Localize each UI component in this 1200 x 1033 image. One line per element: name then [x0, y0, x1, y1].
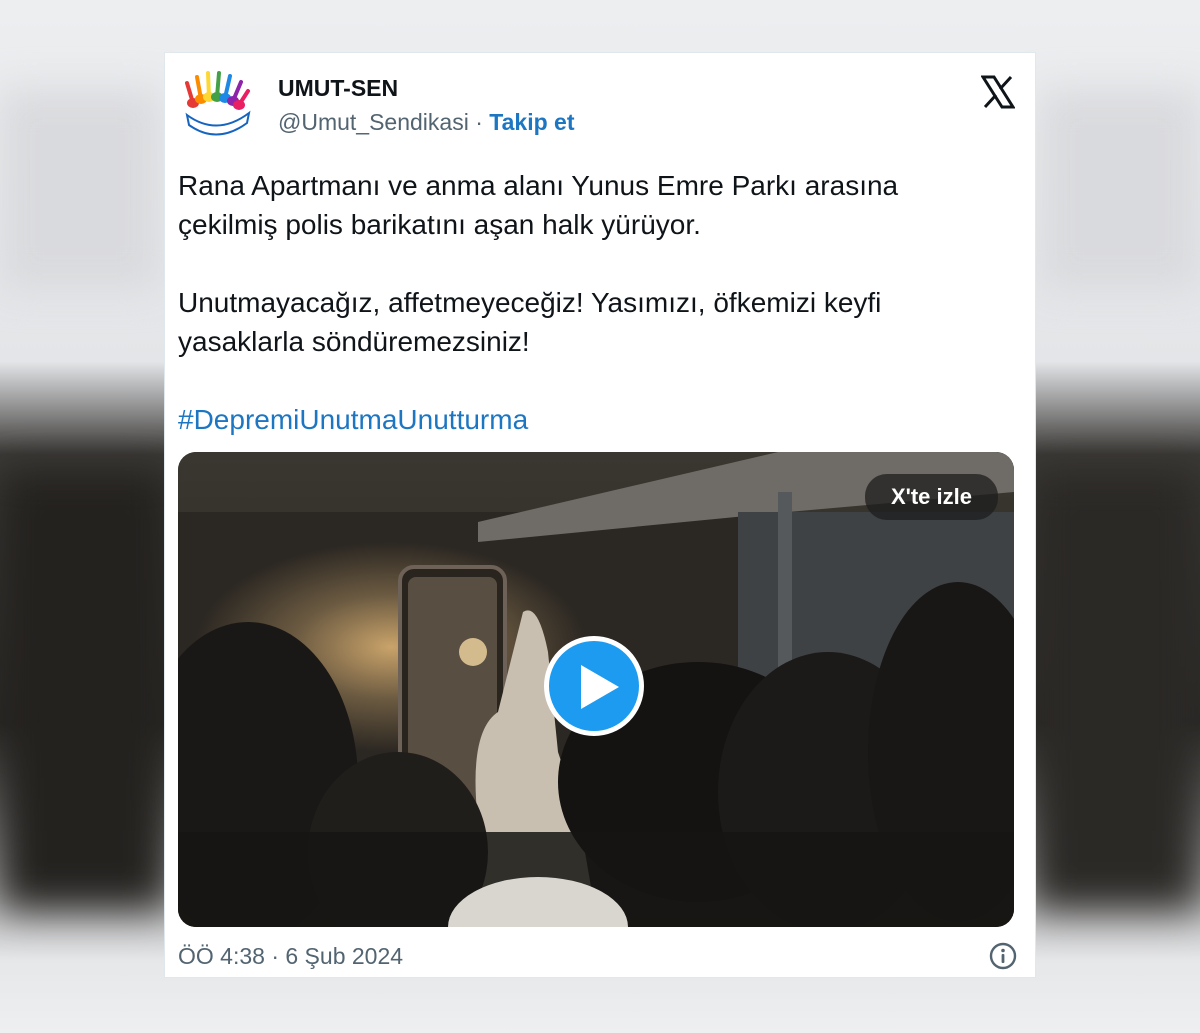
background-blur [0, 90, 160, 290]
account-handle[interactable]: @Umut_Sendikasi [278, 109, 469, 135]
background-blur [1030, 470, 1200, 910]
tweet-timestamp[interactable]: ÖÖ 4:38 · 6 Şub 2024 [178, 943, 403, 970]
tweet-text: Rana Apartmanı ve anma alanı Yunus Emre … [178, 166, 1008, 439]
display-name[interactable]: UMUT-SEN [278, 75, 398, 102]
tweet-header: UMUT-SEN @Umut_Sendikasi · Takip et [181, 69, 1021, 139]
background-blur [0, 470, 170, 910]
x-logo-icon[interactable] [980, 75, 1016, 109]
tweet-line: çekilmiş polis barikatını aşan halk yürü… [178, 209, 701, 240]
tweet-line: yasaklarla söndüremezsiniz! [178, 326, 530, 357]
info-icon[interactable] [988, 941, 1018, 971]
tweet-card: UMUT-SEN @Umut_Sendikasi · Takip et Rana… [164, 52, 1036, 978]
follow-button[interactable]: Takip et [489, 109, 574, 135]
watch-on-x-button[interactable]: X'te izle [864, 474, 998, 520]
umut-sen-logo-icon[interactable] [181, 69, 253, 141]
handle-row: @Umut_Sendikasi · Takip et [278, 109, 575, 136]
background-blur [1040, 90, 1200, 290]
separator-dot: · [475, 109, 483, 135]
tweet-line: Rana Apartmanı ve anma alanı Yunus Emre … [178, 170, 899, 201]
tweet-line: Unutmayacağız, affetmeyeceğiz! Yasımızı,… [178, 287, 882, 318]
video-thumbnail[interactable]: X'te izle [178, 452, 1014, 927]
play-icon [581, 665, 619, 709]
play-button[interactable] [544, 636, 644, 736]
hashtag-link[interactable]: #DepremiUnutmaUnutturma [178, 400, 1008, 439]
tweet-footer: ÖÖ 4:38 · 6 Şub 2024 [178, 941, 1018, 973]
